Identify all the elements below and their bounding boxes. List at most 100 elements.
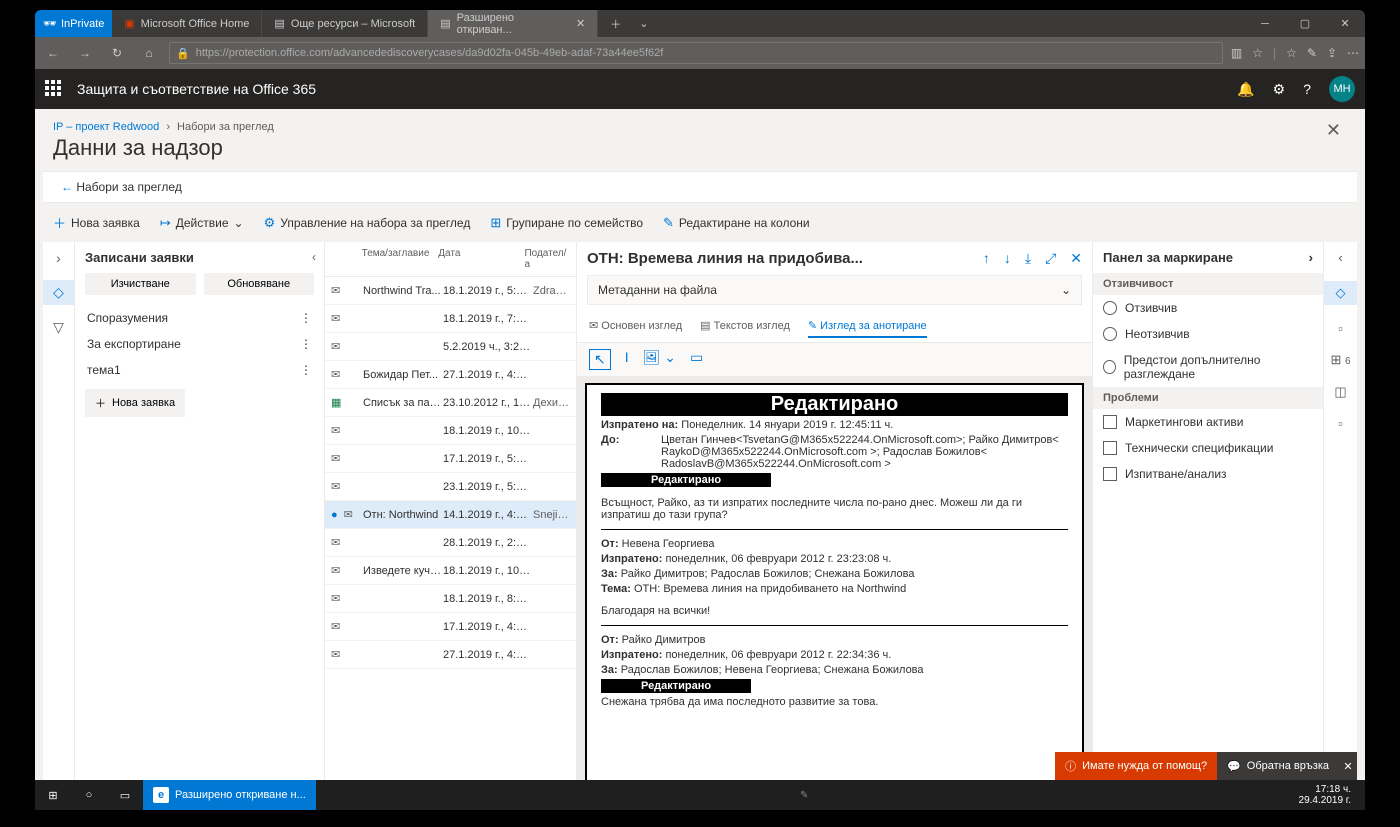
- pointer-icon[interactable]: ↖: [589, 349, 611, 370]
- image-icon[interactable]: 🖼 ⌄: [643, 349, 676, 370]
- grid-icon[interactable]: ⊞ 6: [1330, 352, 1350, 368]
- app-launcher-icon[interactable]: [45, 80, 63, 98]
- group-button[interactable]: ⊞Групиране по семейство: [490, 215, 643, 231]
- url-input[interactable]: 🔒https://protection.office.com/advancede…: [169, 42, 1223, 64]
- maximize-button[interactable]: ▢: [1285, 10, 1325, 37]
- table-row[interactable]: ✉Изведете куче...18.1.2019 г., 10:35...: [325, 557, 576, 585]
- rect-icon[interactable]: ▭: [690, 349, 703, 370]
- close-icon[interactable]: ✕: [576, 17, 585, 30]
- inprivate-badge: 🕶InPrivate: [35, 10, 112, 37]
- suite-title: Защита и съответствие на Office 365: [77, 81, 316, 97]
- reader-panel: ОТН: Времева линия на придобива... ↑ ↓ ⤓…: [577, 242, 1093, 810]
- tab-annotate[interactable]: ✎ Изглед за анотиране: [808, 315, 927, 338]
- expand-icon[interactable]: ⤢: [1045, 250, 1056, 267]
- reading-icon[interactable]: ▥: [1231, 46, 1242, 60]
- query-item[interactable]: За експортиране⋮: [85, 331, 314, 357]
- close-icon[interactable]: ✕: [1326, 120, 1341, 141]
- table-row[interactable]: ✉28.1.2019 г., 2:02:...: [325, 529, 576, 557]
- table-row[interactable]: ✉17.1.2019 г., 4:04:...: [325, 613, 576, 641]
- minimize-button[interactable]: ─: [1245, 10, 1285, 37]
- forward-icon[interactable]: →: [73, 46, 97, 60]
- check-tech[interactable]: Технически спецификации: [1093, 435, 1323, 461]
- table-row[interactable]: ✉27.1.2019 г., 4:10:...: [325, 641, 576, 669]
- close-icon[interactable]: ✕: [1339, 752, 1357, 780]
- tab-native[interactable]: ✉ Основен изглед: [589, 315, 682, 338]
- tag-icon[interactable]: ◇: [1324, 281, 1357, 305]
- manage-button[interactable]: ⚙Управление на набора за преглед: [264, 215, 471, 231]
- down-icon[interactable]: ↓: [1004, 250, 1011, 267]
- check-testing[interactable]: Изпитване/анализ: [1093, 461, 1323, 487]
- group-label: Отзивчивост: [1093, 273, 1323, 295]
- help-icon[interactable]: ?: [1303, 81, 1311, 97]
- tab-text[interactable]: ▤ Текстов изглед: [700, 315, 790, 338]
- favorite-icon[interactable]: ☆: [1252, 46, 1263, 60]
- need-help-button[interactable]: ⓘИмате нужда от помощ?: [1055, 752, 1217, 780]
- chevron-down-icon: ⌄: [1061, 283, 1071, 297]
- file-metadata-toggle[interactable]: Метаданни на файла⌄: [587, 275, 1082, 305]
- back-icon[interactable]: ←: [41, 46, 65, 60]
- close-icon[interactable]: ✕: [1070, 250, 1082, 267]
- table-row[interactable]: ✉18.1.2019 г., 7:05:...: [325, 305, 576, 333]
- filter-icon[interactable]: ▽: [53, 319, 64, 336]
- radio-responsive[interactable]: Отзивчив: [1093, 295, 1323, 321]
- saved-queries-icon[interactable]: ◇: [43, 280, 74, 305]
- radio-nonresponsive[interactable]: Неотзивчив: [1093, 321, 1323, 347]
- text-icon[interactable]: I: [625, 349, 629, 370]
- page-icon[interactable]: ▫: [1338, 416, 1343, 431]
- collapse-icon[interactable]: ‹: [312, 250, 316, 264]
- new-query-button[interactable]: ＋Нова заявка: [85, 389, 185, 417]
- feedback-button[interactable]: 💬Обратна връзка: [1217, 752, 1339, 780]
- query-item[interactable]: тема1⋮: [85, 357, 314, 383]
- breadcrumb-root[interactable]: IP – проект Redwood: [53, 121, 159, 133]
- table-row[interactable]: ✉18.1.2019 г., 10:3...: [325, 417, 576, 445]
- table-row[interactable]: ✉18.1.2019 г., 8:22:...: [325, 585, 576, 613]
- table-row[interactable]: ●✉Отн: Northwind14.1.2019 г., 4:45:...Sn…: [325, 501, 576, 529]
- new-tab-button[interactable]: ＋: [598, 10, 633, 37]
- table-row[interactable]: ✉Northwind Tra...18.1.2019 г., 5:44:...Z…: [325, 277, 576, 305]
- back-link[interactable]: ← Набори за преглед: [43, 171, 1357, 203]
- refresh-icon[interactable]: ↻: [105, 46, 129, 60]
- breadcrumb: IP – проект Redwood › Набори за преглед: [35, 109, 1365, 135]
- browser-tab[interactable]: ▤Разширено откриван...✕: [428, 10, 598, 37]
- hub-icon[interactable]: ☆: [1286, 46, 1297, 60]
- table-row[interactable]: ▦Списък за паз...23.10.2012 г., 12:2...Д…: [325, 389, 576, 417]
- more-icon[interactable]: ⋯: [1347, 46, 1359, 60]
- view-icon[interactable]: ◫: [1334, 384, 1346, 400]
- start-icon[interactable]: ⊞: [35, 789, 71, 802]
- notes-icon[interactable]: ✎: [1307, 46, 1317, 60]
- notifications-icon[interactable]: 🔔: [1237, 81, 1254, 98]
- up-icon[interactable]: ↑: [983, 250, 990, 267]
- share-icon[interactable]: ⇪: [1327, 46, 1337, 60]
- search-icon[interactable]: ○: [71, 789, 107, 801]
- close-button[interactable]: ✕: [1325, 10, 1365, 37]
- query-item[interactable]: Споразумения⋮: [85, 305, 314, 331]
- edit-columns-button[interactable]: ✎Редактиране на колони: [663, 215, 810, 231]
- chevron-right-icon[interactable]: ›: [56, 250, 61, 266]
- expand-icon[interactable]: ›: [1309, 250, 1313, 265]
- collapse-icon[interactable]: ‹: [1338, 250, 1342, 265]
- download-icon[interactable]: ⤓: [1025, 250, 1031, 267]
- settings-icon[interactable]: ⚙: [1273, 81, 1286, 98]
- browser-tabbar: 🕶InPrivate ▣Microsoft Office Home ▤Още р…: [35, 10, 1365, 37]
- action-button[interactable]: ↦Действие ⌄: [160, 215, 244, 231]
- tab-chevron-icon[interactable]: ⌄: [633, 17, 654, 30]
- new-query-button[interactable]: ＋Нова заявка: [53, 213, 140, 232]
- table-row[interactable]: ✉23.1.2019 г., 5:34:...: [325, 473, 576, 501]
- doc-icon[interactable]: ▫: [1338, 321, 1343, 336]
- document-title: ОТН: Времева линия на придобива...: [587, 250, 983, 267]
- table-row[interactable]: ✉17.1.2019 г., 5:45:...: [325, 445, 576, 473]
- home-icon[interactable]: ⌂: [137, 46, 161, 60]
- clear-button[interactable]: Изчистване: [85, 273, 196, 295]
- refresh-button[interactable]: Обновяване: [204, 273, 315, 295]
- taskbar-app[interactable]: eРазширено откриване н...: [143, 780, 316, 810]
- table-row[interactable]: ✉5.2.2019 ч., 3:23:4...: [325, 333, 576, 361]
- o365-header: Защита и съответствие на Office 365 🔔 ⚙ …: [35, 69, 1365, 109]
- browser-tab[interactable]: ▤Още ресурси – Microsoft: [262, 10, 428, 37]
- avatar[interactable]: МН: [1329, 76, 1355, 102]
- radio-pending[interactable]: Предстои допълнително разглеждане: [1093, 347, 1323, 387]
- clock[interactable]: ✎: [800, 790, 814, 801]
- taskview-icon[interactable]: ▭: [107, 789, 143, 802]
- table-row[interactable]: ✉Божидар Пет...27.1.2019 г., 4:10:...: [325, 361, 576, 389]
- browser-tab[interactable]: ▣Microsoft Office Home: [112, 10, 262, 37]
- check-marketing[interactable]: Маркетингови активи: [1093, 409, 1323, 435]
